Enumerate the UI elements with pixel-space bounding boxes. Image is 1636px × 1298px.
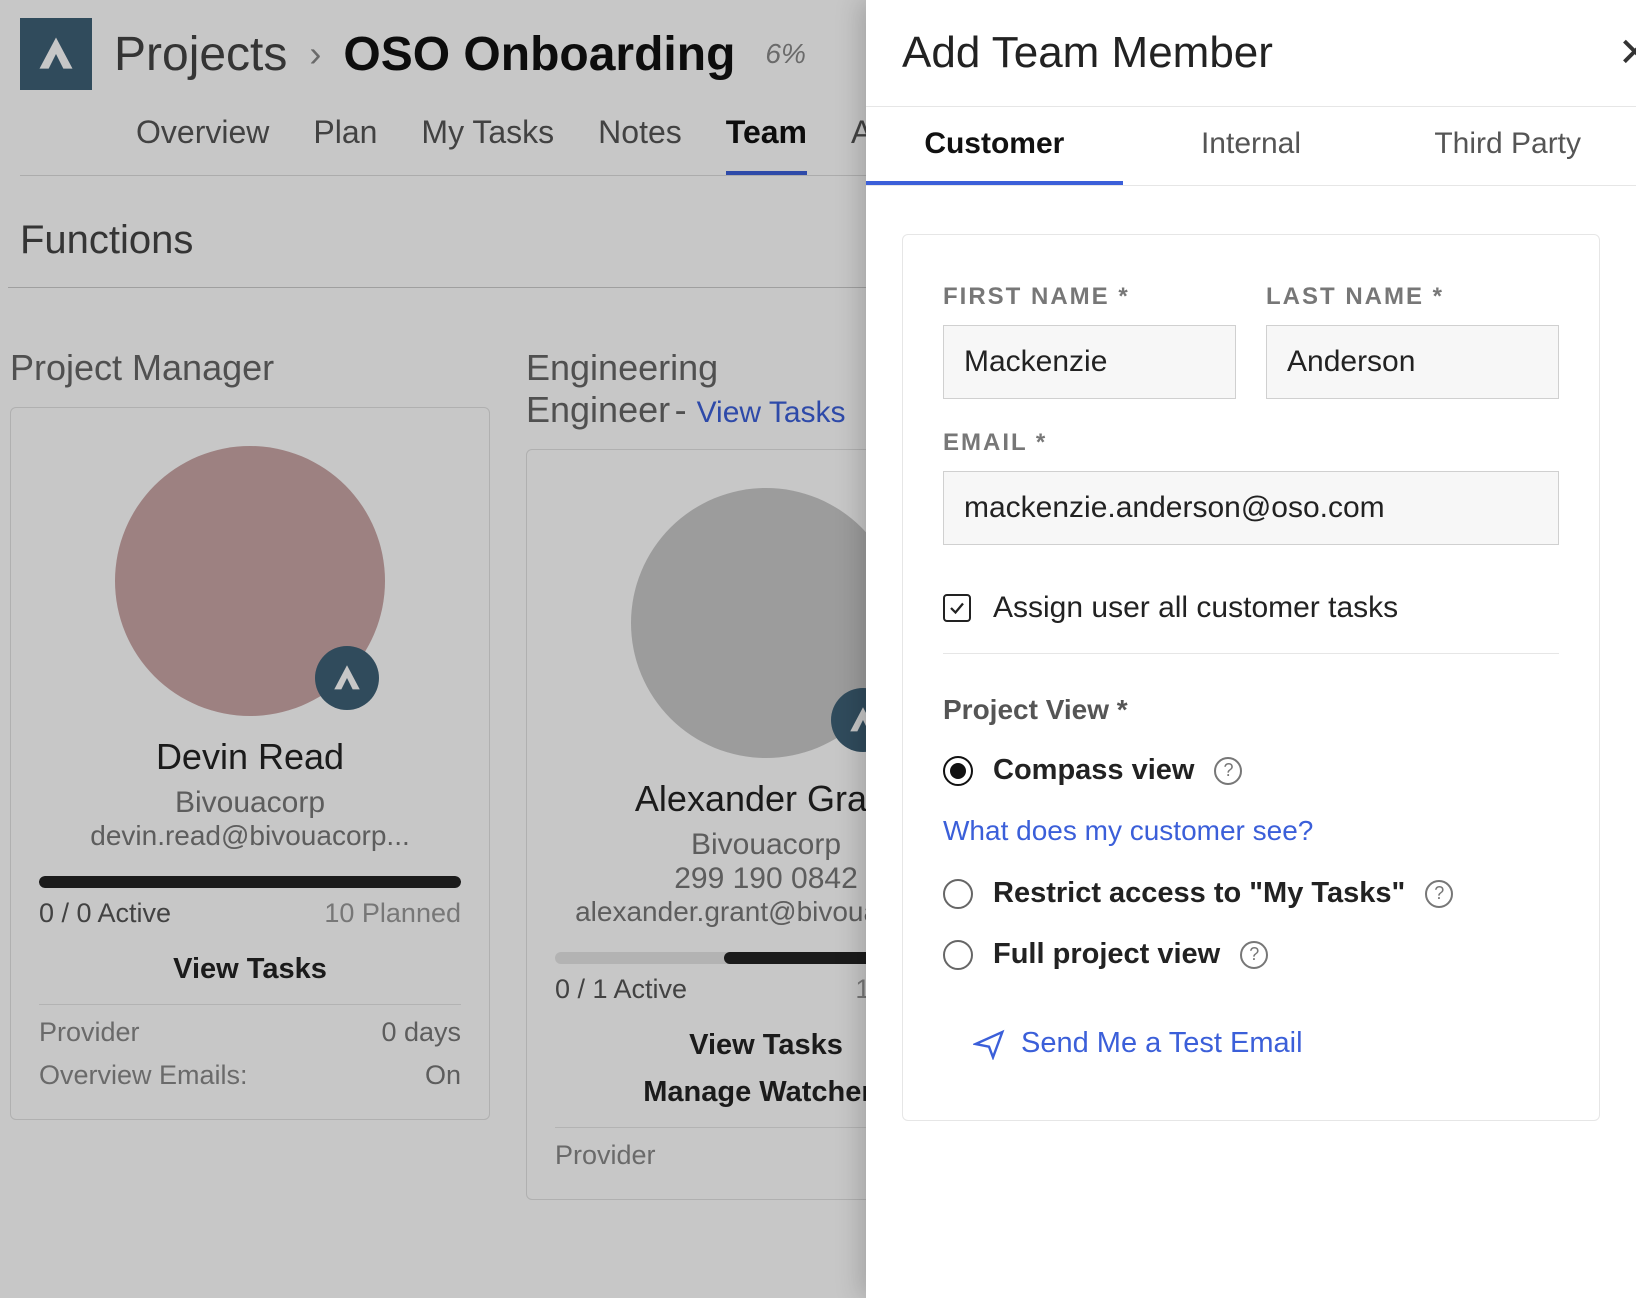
breadcrumb-current[interactable]: OSO Onboarding (343, 27, 735, 82)
panel-title: Add Team Member (902, 28, 1273, 78)
radio-full[interactable] (943, 940, 973, 970)
send-icon (973, 1028, 1005, 1060)
email-label: EMAIL * (943, 429, 1559, 457)
planned-count: 10 Planned (324, 898, 461, 929)
overview-emails-label: Overview Emails: (39, 1060, 248, 1091)
divider (39, 1004, 461, 1005)
tab-overview[interactable]: Overview (136, 114, 269, 175)
avatar-badge (315, 646, 379, 710)
role-project-manager: Project Manager Devin Read Bivouacorp de… (10, 346, 490, 1200)
close-icon[interactable]: ✕ (1618, 30, 1636, 76)
app-logo[interactable] (20, 18, 92, 90)
provider-value: 0 days (381, 1017, 461, 1048)
person-email: devin.read@bivouacorp... (39, 820, 461, 852)
tab-my-tasks[interactable]: My Tasks (421, 114, 554, 175)
project-view-label: Project View * (943, 694, 1559, 726)
tab-team[interactable]: Team (726, 114, 807, 175)
last-name-label: LAST NAME * (1266, 283, 1559, 311)
logo-icon (34, 32, 78, 76)
avatar-devin (115, 446, 385, 716)
progress-pct: 6% (765, 38, 805, 70)
radio-full-row[interactable]: Full project view ? (943, 938, 1559, 971)
person-org: Bivouacorp (39, 786, 461, 820)
form-card: FIRST NAME * LAST NAME * EMAIL * Assign … (902, 234, 1600, 1121)
role-pm-title: Project Manager (10, 346, 490, 389)
role-view-tasks-link[interactable]: View Tasks (697, 396, 846, 429)
first-name-input[interactable] (943, 325, 1236, 399)
panel-tab-third-party[interactable]: Third Party (1379, 107, 1636, 185)
role-eng-title2: Engineer (526, 389, 670, 430)
radio-compass-row[interactable]: Compass view ? (943, 754, 1559, 787)
assign-tasks-label: Assign user all customer tasks (993, 591, 1398, 625)
check-icon (948, 599, 966, 617)
last-name-input[interactable] (1266, 325, 1559, 399)
assign-tasks-checkbox[interactable] (943, 594, 971, 622)
tab-notes[interactable]: Notes (598, 114, 682, 175)
radio-compass-label: Compass view (993, 754, 1194, 787)
panel-tab-internal[interactable]: Internal (1123, 107, 1380, 185)
panel-tabs: Customer Internal Third Party (866, 107, 1636, 186)
help-icon[interactable]: ? (1240, 941, 1268, 969)
assign-tasks-row[interactable]: Assign user all customer tasks (943, 591, 1559, 625)
radio-full-label: Full project view (993, 938, 1220, 971)
first-name-label: FIRST NAME * (943, 283, 1236, 311)
person-name: Devin Read (39, 736, 461, 778)
breadcrumb-separator: › (309, 33, 321, 75)
active-count: 0 / 0 Active (39, 898, 171, 929)
provider-label: Provider (555, 1140, 656, 1171)
panel-header: Add Team Member ✕ (866, 0, 1636, 107)
avatar-wrap (631, 488, 901, 758)
progress-meta: 0 / 0 Active 10 Planned (39, 898, 461, 929)
radio-restrict-row[interactable]: Restrict access to "My Tasks" ? (943, 877, 1559, 910)
send-test-email-row[interactable]: Send Me a Test Email (943, 1027, 1559, 1060)
logo-icon (330, 661, 364, 695)
avatar-wrap (115, 446, 385, 716)
add-team-member-panel: Add Team Member ✕ Customer Internal Thir… (866, 0, 1636, 1298)
email-input[interactable] (943, 471, 1559, 545)
panel-body: FIRST NAME * LAST NAME * EMAIL * Assign … (866, 186, 1636, 1169)
send-test-email-link[interactable]: Send Me a Test Email (1021, 1027, 1303, 1060)
tab-plan[interactable]: Plan (313, 114, 377, 175)
card-devin-read[interactable]: Devin Read Bivouacorp devin.read@bivouac… (10, 407, 490, 1120)
radio-restrict-label: Restrict access to "My Tasks" (993, 877, 1405, 910)
divider (943, 653, 1559, 654)
radio-restrict[interactable] (943, 879, 973, 909)
progress-bar (39, 876, 461, 888)
help-icon[interactable]: ? (1214, 757, 1242, 785)
provider-label: Provider (39, 1017, 140, 1048)
view-tasks-link[interactable]: View Tasks (39, 953, 461, 986)
active-count: 0 / 1 Active (555, 974, 687, 1005)
overview-emails-value: On (425, 1060, 461, 1091)
breadcrumb-root[interactable]: Projects (114, 27, 287, 82)
radio-compass[interactable] (943, 756, 973, 786)
help-icon[interactable]: ? (1425, 880, 1453, 908)
what-customer-sees-link[interactable]: What does my customer see? (943, 815, 1559, 847)
avatar-alexander (631, 488, 901, 758)
panel-tab-customer[interactable]: Customer (866, 107, 1123, 185)
